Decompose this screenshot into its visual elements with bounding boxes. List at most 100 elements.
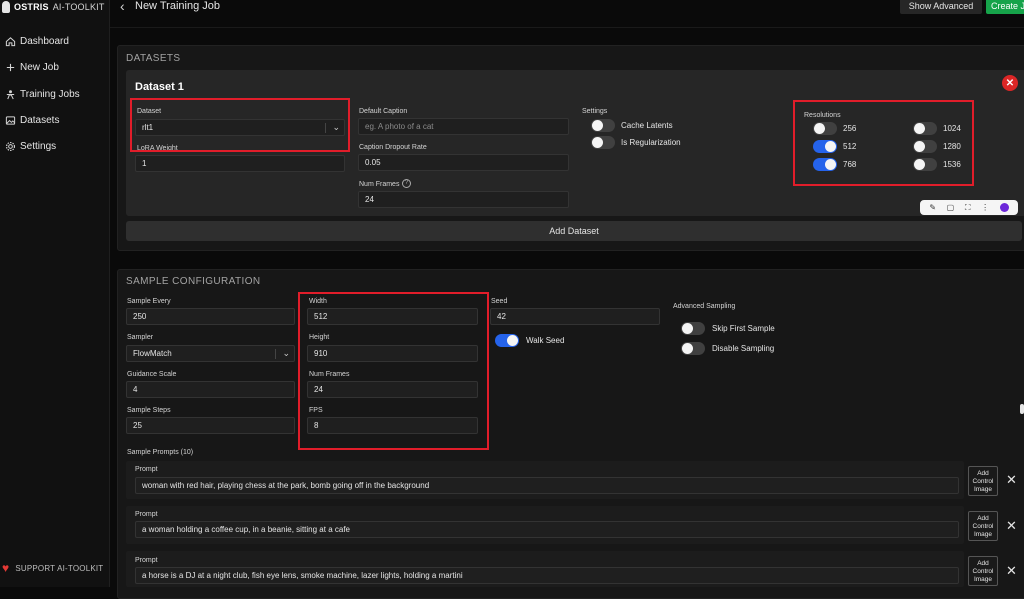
- guidance-scale-value: 4: [133, 385, 138, 394]
- add-control-image-button[interactable]: Add Control Image: [968, 556, 998, 586]
- chevron-down-icon: ⌄: [282, 348, 290, 358]
- sample-steps-input[interactable]: 25: [126, 417, 295, 434]
- remove-dataset-icon[interactable]: ✕: [1002, 75, 1018, 91]
- scrollbar-thumb[interactable]: [1020, 404, 1024, 414]
- default-caption-label: Default Caption: [359, 108, 408, 115]
- sample-every-input[interactable]: 250: [126, 308, 295, 325]
- sample-steps-value: 25: [133, 421, 142, 430]
- avatar-icon[interactable]: [999, 203, 1009, 212]
- sidebar-item-new-job[interactable]: New Job: [4, 59, 59, 75]
- training-icon: [4, 88, 16, 100]
- remove-prompt-icon[interactable]: ✕: [1006, 518, 1017, 534]
- add-control-line: Control: [972, 523, 994, 530]
- settings-label: Settings: [582, 108, 608, 115]
- prompt-input[interactable]: woman with red hair, playing chess at th…: [135, 477, 959, 494]
- highlight-box-resolutions: [793, 100, 974, 186]
- info-icon[interactable]: ?: [402, 179, 411, 188]
- add-control-line: Image: [973, 486, 993, 493]
- sidebar-item-label: Training Jobs: [20, 88, 80, 100]
- prompt-text: woman with red hair, playing chess at th…: [142, 481, 430, 490]
- num-frames-value: 24: [365, 195, 374, 204]
- lora-weight-input[interactable]: 1: [135, 155, 345, 172]
- page-title: New Training Job: [135, 0, 220, 12]
- copy-icon[interactable]: ▢: [947, 203, 955, 212]
- top-bar: ‹ New Training Job Show Advanced Create …: [110, 0, 1024, 28]
- prompt-text: a woman holding a coffee cup, in a beani…: [142, 525, 350, 534]
- is-regularization-toggle[interactable]: [591, 136, 615, 149]
- sidebar-item-label: Dashboard: [20, 35, 69, 47]
- prompt-text: a horse is a DJ at a night club, fish ey…: [142, 571, 463, 580]
- add-control-line: Add: [977, 515, 989, 522]
- back-chevron-icon[interactable]: ‹: [120, 0, 125, 14]
- sample-steps-label: Sample Steps: [127, 407, 171, 414]
- sidebar-item-label: New Job: [20, 61, 59, 73]
- default-caption-placeholder: eg. A photo of a cat: [365, 122, 434, 131]
- add-control-line: Image: [973, 576, 993, 583]
- heart-icon: ♥: [2, 561, 10, 575]
- crop-icon[interactable]: ⛶: [965, 203, 971, 213]
- add-control-image-button[interactable]: Add Control Image: [968, 466, 998, 496]
- walk-seed-label: Walk Seed: [526, 336, 565, 345]
- is-regularization-label: Is Regularization: [621, 138, 681, 147]
- seed-label: Seed: [491, 298, 508, 305]
- sidebar-item-settings[interactable]: Settings: [4, 138, 56, 154]
- create-job-button[interactable]: Create J: [986, 0, 1024, 14]
- add-dataset-button[interactable]: Add Dataset: [126, 221, 1022, 241]
- caption-dropout-input[interactable]: 0.05: [358, 154, 569, 171]
- num-frames-input[interactable]: 24: [358, 191, 569, 208]
- cache-latents-toggle[interactable]: [591, 119, 615, 132]
- guidance-scale-label: Guidance Scale: [127, 371, 177, 378]
- add-control-line: Control: [972, 568, 994, 575]
- guidance-scale-input[interactable]: 4: [126, 381, 295, 398]
- cache-latents-label: Cache Latents: [621, 121, 673, 130]
- add-control-image-button[interactable]: Add Control Image: [968, 511, 998, 541]
- add-control-line: Image: [973, 531, 993, 538]
- app-logo: OSTRIS AI-TOOLKIT: [2, 0, 105, 14]
- prompt-label: Prompt: [135, 511, 158, 518]
- walk-seed-toggle[interactable]: [495, 334, 519, 347]
- caption-dropout-label: Caption Dropout Rate: [359, 144, 427, 151]
- lora-weight-value: 1: [142, 159, 147, 168]
- add-control-line: Add: [977, 470, 989, 477]
- prompt-label: Prompt: [135, 466, 158, 473]
- sampler-value: FlowMatch: [133, 349, 172, 358]
- highlight-box-dimensions: [298, 292, 489, 450]
- prompt-input[interactable]: a woman holding a coffee cup, in a beani…: [135, 521, 959, 538]
- caption-dropout-value: 0.05: [365, 158, 381, 167]
- sidebar-item-datasets[interactable]: Datasets: [4, 112, 59, 128]
- support-link[interactable]: ♥ SUPPORT AI-TOOLKIT: [2, 561, 103, 575]
- prompt-label: Prompt: [135, 557, 158, 564]
- show-advanced-button[interactable]: Show Advanced: [900, 0, 982, 14]
- remove-prompt-icon[interactable]: ✕: [1006, 472, 1017, 488]
- brand-suffix: AI-TOOLKIT: [52, 2, 105, 12]
- highlight-box-dataset: [130, 98, 350, 152]
- plus-icon: [4, 61, 16, 73]
- seed-input[interactable]: 42: [490, 308, 660, 325]
- seed-value: 42: [497, 312, 506, 321]
- more-icon[interactable]: ⋮: [981, 203, 989, 212]
- sidebar-item-dashboard[interactable]: Dashboard: [4, 33, 69, 49]
- skip-first-sample-toggle[interactable]: [681, 322, 705, 335]
- skip-first-sample-label: Skip First Sample: [712, 324, 775, 333]
- disable-sampling-toggle[interactable]: [681, 342, 705, 355]
- pencil-icon[interactable]: ✎: [929, 203, 936, 212]
- support-label: SUPPORT AI-TOOLKIT: [15, 563, 104, 573]
- dataset-card-title: Dataset 1: [135, 81, 184, 93]
- sampler-label: Sampler: [127, 334, 154, 341]
- sampler-select[interactable]: FlowMatch ⌄: [126, 345, 295, 362]
- add-control-line: Add: [977, 560, 989, 567]
- sample-section-title: SAMPLE CONFIGURATION: [126, 276, 261, 287]
- prompt-input[interactable]: a horse is a DJ at a night club, fish ey…: [135, 567, 959, 584]
- sidebar-item-label: Datasets: [20, 114, 60, 126]
- sample-prompts-label: Sample Prompts (10): [127, 449, 194, 456]
- num-frames-label: Num Frames: [359, 181, 400, 188]
- ostris-logo-icon: [2, 1, 10, 13]
- default-caption-input[interactable]: eg. A photo of a cat: [358, 118, 569, 135]
- remove-prompt-icon[interactable]: ✕: [1006, 563, 1017, 579]
- sidebar: OSTRIS AI-TOOLKIT Dashboard New Job Trai…: [0, 0, 110, 587]
- images-icon: [4, 114, 16, 126]
- advanced-sampling-label: Advanced Sampling: [673, 303, 736, 310]
- sidebar-item-training-jobs[interactable]: Training Jobs: [4, 86, 80, 102]
- select-divider: [275, 349, 276, 359]
- sample-every-value: 250: [133, 312, 147, 321]
